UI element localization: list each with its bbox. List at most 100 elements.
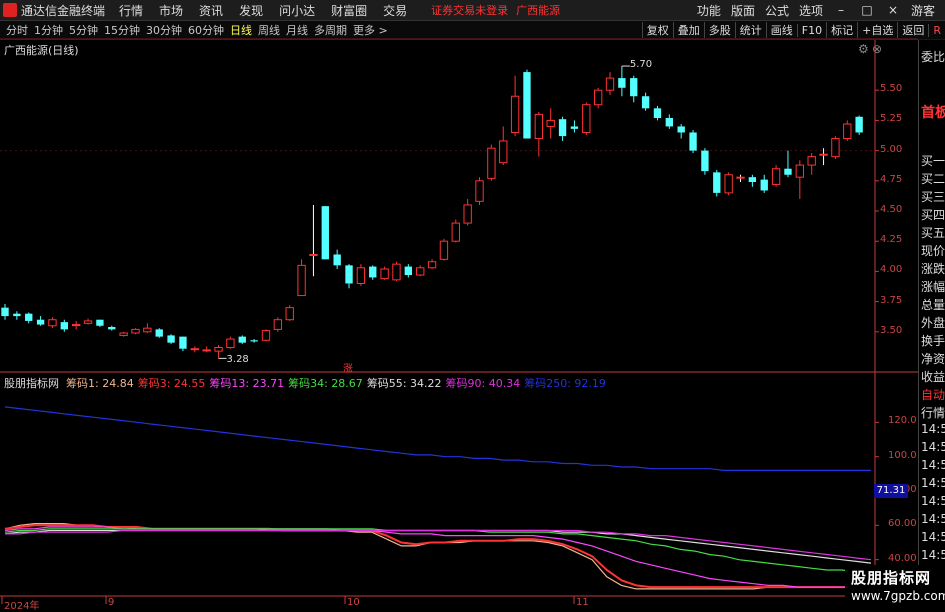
candle	[510, 75, 520, 137]
side-panel-label: 14:56	[921, 548, 945, 562]
candle-body	[546, 119, 555, 127]
legend-series-value: : 34.22	[402, 377, 442, 390]
candle-body	[131, 328, 140, 334]
candle-body	[345, 265, 353, 284]
candle	[795, 160, 804, 199]
candle	[523, 69, 531, 139]
legend-series-value: : 92.19	[567, 377, 606, 390]
candle-body	[641, 96, 650, 109]
candle	[202, 346, 211, 353]
candle-body	[618, 78, 626, 88]
price-tick-label: 5.50	[880, 83, 903, 95]
candle	[807, 153, 816, 175]
candle	[321, 206, 329, 260]
candle	[36, 316, 45, 326]
candle	[558, 116, 567, 141]
legend-series-name: 筹码13	[209, 377, 246, 390]
candle	[96, 319, 104, 327]
candle	[855, 115, 863, 135]
side-panel-label: 买三	[921, 190, 945, 204]
indicator-tick-label: 40.00	[888, 552, 917, 564]
indicator-name[interactable]: 股朋指标网	[4, 375, 59, 391]
side-panel-label: 买二	[921, 172, 945, 186]
candle-body	[238, 336, 246, 343]
price-tick-label: 4.75	[880, 173, 903, 185]
candle-body	[724, 174, 733, 194]
candle	[784, 150, 792, 178]
candle-body	[96, 319, 104, 326]
indicator-legend: 筹码1: 24.84 筹码3: 24.55 筹码13: 23.71 筹码34: 28.…	[66, 375, 610, 391]
candle	[463, 198, 472, 226]
candle-body	[369, 266, 377, 278]
legend-entry: 筹码90: 40.34	[446, 375, 521, 391]
side-panel-label: 涨跌	[921, 262, 945, 276]
candle	[356, 264, 366, 286]
candle	[439, 238, 449, 261]
candle	[689, 130, 697, 154]
candle	[72, 320, 81, 330]
candle-body	[202, 349, 211, 352]
candle-body	[689, 132, 697, 151]
candle	[48, 317, 57, 329]
candle-body	[677, 126, 685, 133]
candle	[641, 92, 650, 111]
candle-body	[273, 319, 283, 330]
candle	[167, 334, 175, 344]
candle-body	[214, 347, 223, 352]
candle	[748, 174, 757, 187]
candle	[593, 87, 603, 109]
candle-body	[25, 313, 33, 321]
legend-series-name: 筹码1	[66, 377, 95, 390]
side-panel-label: 首板	[921, 105, 945, 121]
candle-body	[605, 77, 615, 91]
candle	[131, 328, 140, 335]
legend-series-name: 筹码3	[137, 377, 167, 390]
candle	[238, 335, 246, 344]
candle	[226, 336, 235, 349]
candle	[392, 261, 401, 282]
side-panel-label: 14:56	[921, 512, 945, 526]
candle-body	[487, 147, 496, 179]
candle	[701, 148, 709, 175]
side-panel-label: 14:56	[921, 476, 945, 490]
candle	[190, 346, 199, 353]
candle	[13, 311, 21, 320]
legend-entry: 筹码3: 24.55	[138, 375, 206, 391]
candle	[427, 259, 437, 269]
candle-body	[143, 327, 152, 333]
candle-body	[167, 335, 175, 343]
candle	[582, 102, 591, 135]
candle-body	[784, 168, 792, 175]
candle-body	[843, 123, 852, 140]
candle-body	[48, 319, 57, 327]
candle-body	[510, 95, 520, 133]
candle-body	[36, 319, 45, 325]
candle	[451, 219, 460, 243]
side-panel-label: 委比	[921, 50, 945, 64]
candle-body	[523, 72, 531, 139]
candle	[475, 177, 484, 205]
max-price-label: 5.70	[629, 59, 653, 71]
price-tick-label: 4.50	[880, 204, 903, 215]
candle-body	[736, 176, 745, 179]
candle	[83, 318, 93, 325]
legend-entry: 筹码34: 28.67	[288, 375, 363, 391]
candle	[677, 124, 685, 139]
candle	[155, 328, 163, 338]
candle	[713, 169, 721, 197]
candle-body	[333, 254, 341, 266]
candle	[143, 323, 152, 334]
candle-body	[855, 116, 863, 133]
candle-body	[701, 150, 709, 172]
candle	[108, 325, 116, 331]
candle	[487, 144, 496, 181]
indicator-tick-label: 120.0	[888, 415, 917, 427]
date-tick-label: 10	[347, 597, 360, 608]
candle-body	[13, 313, 21, 317]
candle	[273, 317, 283, 332]
candle	[179, 336, 187, 352]
legend-series-value: : 24.84	[95, 377, 134, 390]
kline-chart[interactable]	[0, 0, 945, 609]
candle-body	[321, 206, 329, 260]
price-tick-label: 5.00	[880, 143, 903, 155]
